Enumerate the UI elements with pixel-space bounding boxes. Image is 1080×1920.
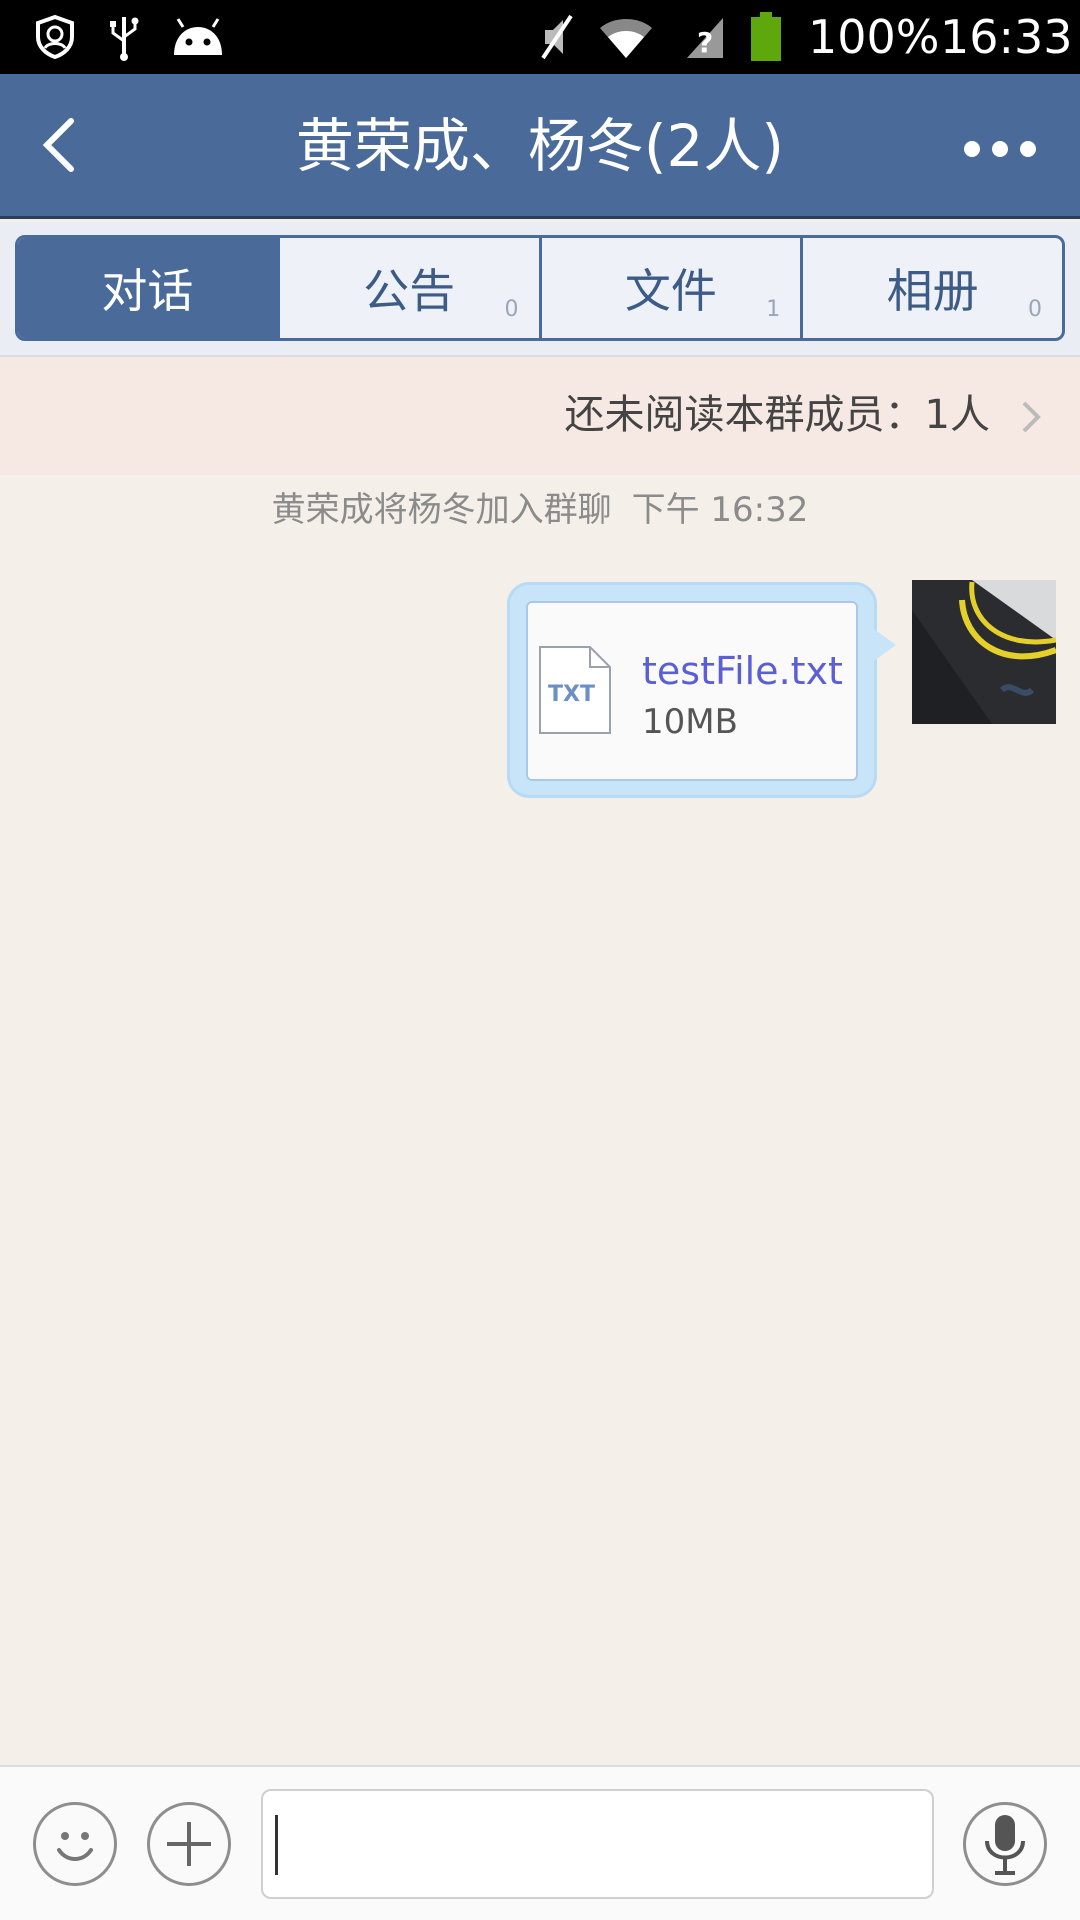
avatar[interactable] <box>912 580 1056 724</box>
svg-text:?: ? <box>697 26 713 59</box>
voice-button[interactable] <box>963 1802 1047 1886</box>
mute-icon <box>532 12 582 62</box>
status-bar: ? 100% 16:33 <box>0 0 1080 74</box>
tab-album[interactable]: 相册 0 <box>803 238 1062 338</box>
shield-icon <box>30 12 80 62</box>
system-message-time: 下午 16:32 <box>631 490 809 530</box>
back-button[interactable] <box>24 110 94 180</box>
back-arrow-icon <box>42 118 74 172</box>
more-button[interactable] <box>960 114 1040 184</box>
tab-chat[interactable]: 对话 <box>18 238 280 338</box>
plus-icon <box>167 1822 211 1866</box>
avatar-photo <box>912 580 1056 724</box>
chevron-right-icon <box>1022 401 1041 433</box>
system-message-text: 黄荣成将杨冬加入群聊 <box>271 490 612 530</box>
emoji-button[interactable] <box>33 1802 117 1886</box>
file-name: testFile.txt <box>642 649 843 693</box>
tab-label: 对话 <box>101 264 194 318</box>
message-bubble[interactable]: TXT testFile.txt 10MB <box>507 582 896 798</box>
file-type-label: TXT <box>548 682 595 707</box>
tab-count: 0 <box>1028 297 1042 322</box>
chat-header: 黄荣成、杨冬(2人) <box>0 74 1080 219</box>
status-clock: 16:33 <box>940 10 1073 64</box>
unread-members-banner[interactable]: 还未阅读本群成员：1人 <box>0 357 1080 475</box>
microphone-icon <box>985 1815 1025 1875</box>
unread-members-text: 还未阅读本群成员：1人 <box>564 392 990 438</box>
file-attachment[interactable]: TXT testFile.txt 10MB <box>526 601 858 781</box>
chat-title: 黄荣成、杨冬(2人) <box>295 112 785 180</box>
no-sim-icon: ? <box>680 12 730 62</box>
file-size: 10MB <box>642 702 738 742</box>
tab-announcements[interactable]: 公告 0 <box>280 238 542 338</box>
emoji-icon <box>57 1832 93 1861</box>
battery-percent: 100% <box>808 10 940 64</box>
tab-label: 公告 <box>363 264 456 318</box>
system-message: 黄荣成将杨冬加入群聊 下午 16:32 <box>0 480 1080 540</box>
tab-count: 0 <box>504 297 519 322</box>
txt-file-icon: TXT <box>539 646 611 734</box>
tab-label: 相册 <box>886 264 979 318</box>
message-input[interactable] <box>261 1789 934 1899</box>
tab-label: 文件 <box>624 264 717 318</box>
tab-files[interactable]: 文件 1 <box>542 238 804 338</box>
wifi-icon <box>596 12 656 62</box>
battery-icon <box>748 12 784 62</box>
more-dots-icon <box>964 141 980 157</box>
tab-count: 1 <box>766 297 781 322</box>
plus-button[interactable] <box>147 1802 231 1886</box>
input-bar <box>0 1765 1080 1920</box>
tab-bar: 对话 公告 0 文件 1 相册 0 <box>0 222 1080 357</box>
android-icon <box>168 12 228 62</box>
usb-icon <box>104 12 144 62</box>
text-caret <box>275 1815 278 1875</box>
